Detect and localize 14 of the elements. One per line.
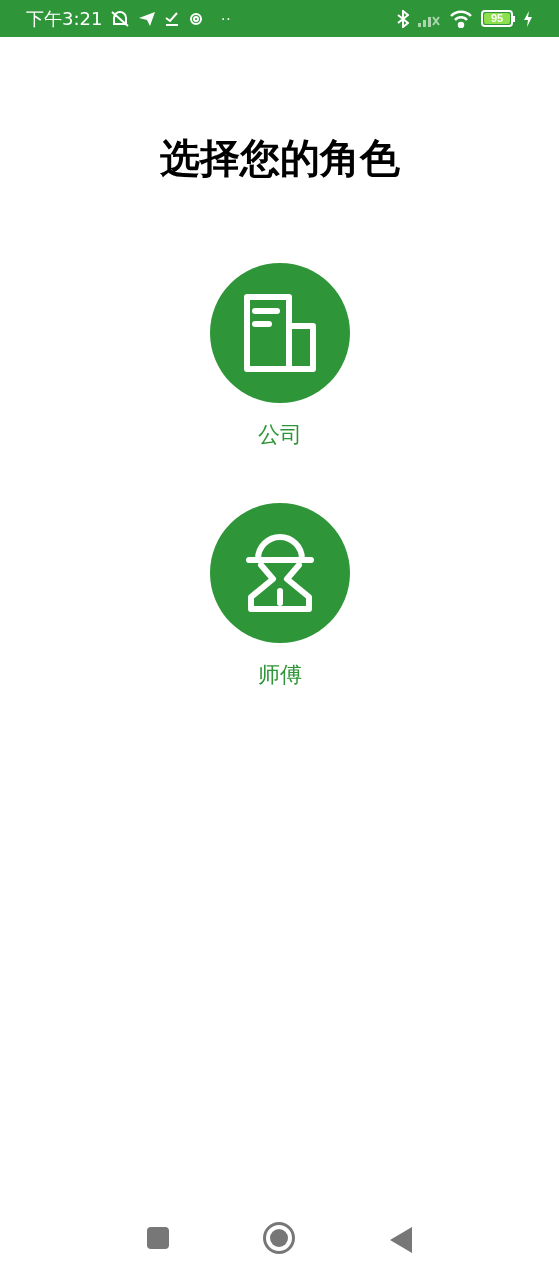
check-icon — [164, 10, 181, 27]
clock: 下午3:21 — [26, 7, 103, 31]
charging-icon — [523, 10, 533, 27]
battery-indicator: 95 — [481, 10, 515, 27]
back-icon[interactable] — [389, 1227, 412, 1253]
bluetooth-icon — [397, 9, 409, 28]
page-title: 选择您的角色 — [158, 135, 401, 182]
muted-bell-icon — [110, 9, 131, 28]
recents-button[interactable] — [147, 1227, 170, 1249]
home-button[interactable] — [263, 1222, 296, 1254]
worker-icon — [244, 533, 315, 613]
more-notifications: ·· — [220, 8, 232, 29]
send-icon — [138, 10, 157, 27]
wifi-icon — [449, 9, 473, 28]
